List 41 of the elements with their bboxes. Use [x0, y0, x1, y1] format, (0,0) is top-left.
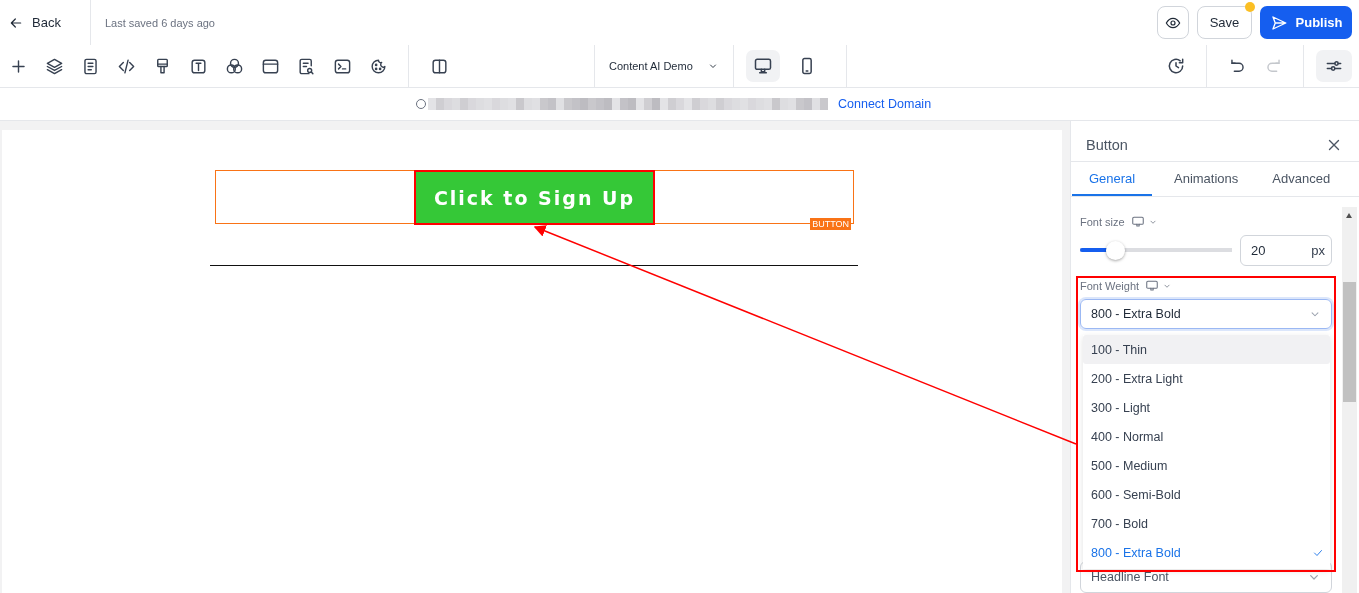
dropdown-option[interactable]: 200 - Extra Light — [1083, 364, 1330, 393]
panel-tab[interactable]: Animations — [1162, 162, 1251, 196]
dropdown-option[interactable]: 300 - Light — [1083, 393, 1330, 422]
panel-tab[interactable]: Advanced — [1260, 162, 1343, 196]
history-icon — [1166, 56, 1186, 76]
circles-icon — [224, 56, 244, 76]
last-saved-text: Last saved 6 days ago — [104, 16, 215, 29]
dropdown-option[interactable]: 700 - Bold — [1083, 509, 1330, 538]
scroll-up-icon[interactable] — [1346, 213, 1352, 218]
scrollbar-thumb[interactable] — [1343, 282, 1356, 402]
dropdown-option[interactable]: 600 - Semi-Bold — [1083, 480, 1330, 509]
field-label: Font size — [1080, 216, 1125, 228]
field-label: Font Weight — [1080, 280, 1140, 292]
device-button[interactable] — [745, 50, 780, 82]
send-icon — [1269, 13, 1288, 32]
back-button[interactable]: Back — [8, 8, 61, 37]
monitor-icon — [1130, 215, 1145, 229]
settings-button[interactable] — [1316, 50, 1352, 82]
dropdown-option[interactable]: 100 - Thin — [1083, 335, 1330, 364]
text-icon — [188, 56, 208, 76]
layers-icon — [44, 56, 64, 76]
font-size-input[interactable]: 20 px — [1240, 235, 1332, 266]
monitor-icon — [752, 56, 773, 76]
slider-thumb[interactable] — [1105, 241, 1125, 260]
dropdown-option[interactable]: 500 - Medium — [1083, 451, 1330, 480]
font-weight-select[interactable]: 800 - Extra Bold — [1080, 299, 1332, 329]
publish-button[interactable]: Publish — [1260, 6, 1352, 39]
preview-button[interactable] — [1157, 6, 1189, 39]
dropdown-option[interactable]: 400 - Normal — [1083, 422, 1330, 451]
terminal-icon — [332, 56, 352, 76]
connect-domain-link[interactable]: Connect Domain — [838, 97, 932, 111]
split-view-icon — [429, 56, 449, 76]
page-search-icon — [296, 56, 316, 76]
monitor-icon — [1145, 279, 1160, 293]
panel-tab[interactable]: General — [1072, 162, 1152, 196]
window-icon — [260, 56, 280, 76]
scrollbar[interactable] — [1342, 207, 1357, 593]
cookie-icon — [368, 56, 388, 76]
project-dropdown[interactable]: Content AI Demo — [607, 45, 721, 87]
panel-title: Button — [1086, 137, 1128, 153]
element-badge: BUTTON — [810, 218, 851, 230]
